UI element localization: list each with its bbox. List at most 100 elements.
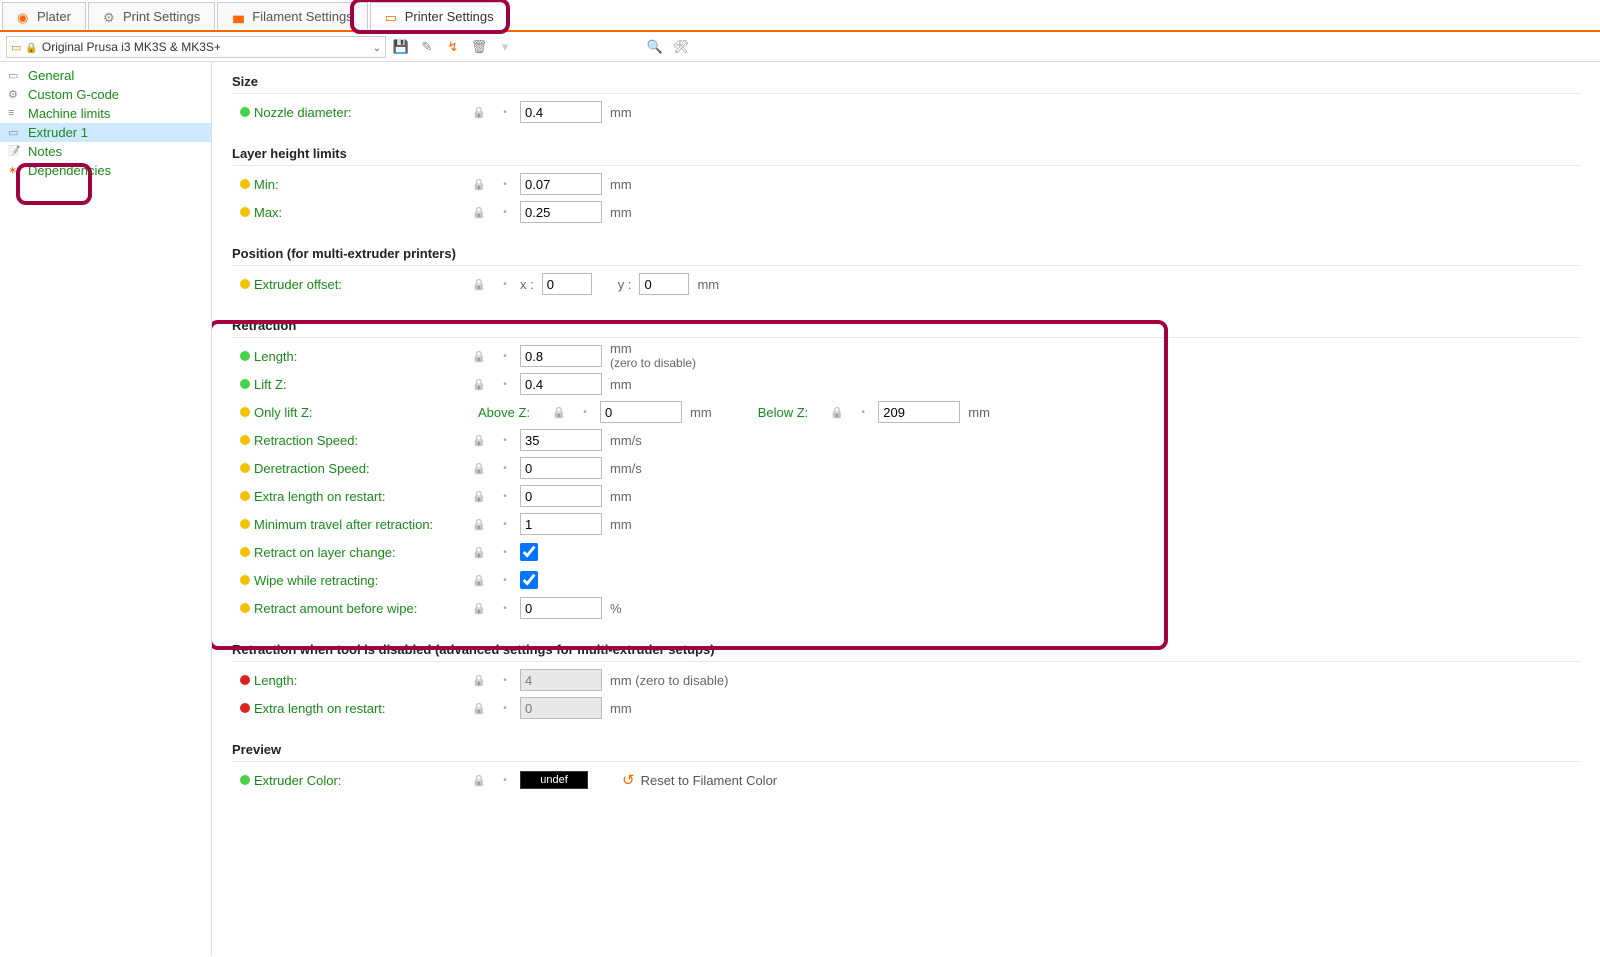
tab-filament-settings[interactable]: Filament Settings	[217, 2, 367, 30]
status-bullet-yellow	[240, 463, 250, 473]
lock-icon[interactable]	[468, 461, 490, 475]
lock-icon[interactable]	[468, 673, 490, 687]
reset-dot-icon[interactable]	[498, 379, 512, 390]
x-label: x :	[520, 277, 534, 292]
layer-max-input[interactable]	[520, 201, 602, 223]
row-layer-max: Max: mm	[232, 198, 1580, 226]
compare-icon[interactable]: ↯	[444, 38, 462, 56]
gcode-icon	[8, 88, 22, 102]
unit-pct: %	[610, 601, 622, 616]
lock-icon[interactable]	[468, 205, 490, 219]
unit-mm: mm	[610, 177, 632, 192]
offset-x-input[interactable]	[542, 273, 592, 295]
sidebar-item-custom-gcode[interactable]: Custom G-code	[0, 85, 211, 104]
lock-icon[interactable]	[468, 277, 490, 291]
settings-wrench-icon[interactable]: 🛠	[672, 38, 690, 56]
reset-dot-icon[interactable]	[498, 179, 512, 190]
reset-dot-icon[interactable]	[498, 463, 512, 474]
retraction-speed-input[interactable]	[520, 429, 602, 451]
status-bullet-green	[240, 107, 250, 117]
retract-before-wipe-input[interactable]	[520, 597, 602, 619]
status-bullet-yellow	[240, 179, 250, 189]
below-z-input[interactable]	[878, 401, 960, 423]
retract-before-wipe-label: Retract amount before wipe:	[240, 601, 460, 616]
sidebar-item-notes[interactable]: Notes	[0, 142, 211, 161]
sidebar-notes-label: Notes	[28, 144, 62, 159]
retract-layer-change-checkbox[interactable]	[520, 543, 538, 561]
sidebar-item-general[interactable]: General	[0, 66, 211, 85]
reset-dot-icon[interactable]	[498, 207, 512, 218]
row-retraction-length: Length: mm (zero to disable)	[232, 342, 1580, 370]
offset-y-input[interactable]	[639, 273, 689, 295]
lock-icon[interactable]	[468, 433, 490, 447]
reset-dot-icon[interactable]	[498, 491, 512, 502]
reset-dot-icon[interactable]	[498, 351, 512, 362]
above-z-input[interactable]	[600, 401, 682, 423]
lift-z-input[interactable]	[520, 373, 602, 395]
layer-min-input[interactable]	[520, 173, 602, 195]
search-icon[interactable]: 🔍	[646, 38, 664, 56]
deretraction-speed-input[interactable]	[520, 457, 602, 479]
unit-mm: mm	[610, 105, 632, 120]
lock-icon[interactable]	[468, 349, 490, 363]
lock-icon[interactable]	[468, 377, 490, 391]
settings-sidebar: General Custom G-code Machine limits Ext…	[0, 62, 212, 955]
reset-dot-icon[interactable]	[498, 775, 512, 786]
row-disabled-length: Length: mm (zero to disable)	[232, 666, 1580, 694]
extruder-icon	[8, 126, 22, 140]
tab-print-label: Print Settings	[123, 9, 200, 24]
lock-icon[interactable]	[468, 773, 490, 787]
tab-plater[interactable]: Plater	[2, 2, 86, 30]
status-bullet-yellow	[240, 547, 250, 557]
reset-filament-color-button[interactable]: Reset to Filament Color	[614, 769, 785, 791]
tab-print-settings[interactable]: Print Settings	[88, 2, 215, 30]
sidebar-item-dependencies[interactable]: Dependencies	[0, 161, 211, 180]
preset-select[interactable]: Original Prusa i3 MK3S & MK3S+	[6, 36, 386, 58]
lock-icon[interactable]	[468, 701, 490, 715]
extra-restart-label: Extra length on restart:	[240, 489, 460, 504]
extruder-offset-label: Extruder offset:	[240, 277, 460, 292]
status-bullet-red	[240, 675, 250, 685]
reset-dot-icon[interactable]	[498, 519, 512, 530]
reset-dot-icon[interactable]	[498, 603, 512, 614]
lock-icon[interactable]	[468, 489, 490, 503]
status-bullet-yellow	[240, 279, 250, 289]
reset-dot-icon[interactable]	[578, 407, 592, 418]
reset-dot-icon[interactable]	[498, 547, 512, 558]
retraction-length-input[interactable]	[520, 345, 602, 367]
lock-icon[interactable]	[468, 573, 490, 587]
reset-dot-icon[interactable]	[498, 703, 512, 714]
delete-preset-icon[interactable]: 🗑	[470, 38, 488, 56]
reset-dot-icon[interactable]	[856, 407, 870, 418]
search-toolbar: 🔍 🛠	[646, 38, 690, 56]
nozzle-diameter-input[interactable]	[520, 101, 602, 123]
wipe-retracting-checkbox[interactable]	[520, 571, 538, 589]
reset-dot-icon[interactable]	[498, 575, 512, 586]
sidebar-item-machine-limits[interactable]: Machine limits	[0, 104, 211, 123]
lock-icon[interactable]	[468, 517, 490, 531]
extruder-color-button[interactable]: undef	[520, 771, 588, 789]
rename-preset-icon[interactable]: ✎	[418, 38, 436, 56]
status-bullet-green	[240, 775, 250, 785]
extra-restart-input[interactable]	[520, 485, 602, 507]
lock-icon[interactable]	[548, 405, 570, 419]
unit-mm: mm	[610, 342, 696, 356]
lock-icon[interactable]	[826, 405, 848, 419]
reset-dot-icon[interactable]	[498, 675, 512, 686]
sidebar-item-extruder1[interactable]: Extruder 1	[0, 123, 211, 142]
lock-icon[interactable]	[468, 545, 490, 559]
min-travel-input[interactable]	[520, 513, 602, 535]
lock-icon[interactable]	[468, 177, 490, 191]
reset-dot-icon[interactable]	[498, 107, 512, 118]
unit-mms: mm/s	[610, 461, 642, 476]
reset-dot-icon[interactable]	[498, 435, 512, 446]
reset-dot-icon[interactable]	[498, 279, 512, 290]
unit-mm: mm	[690, 405, 712, 420]
disabled-length-input	[520, 669, 602, 691]
save-preset-icon[interactable]: 💾	[392, 38, 410, 56]
lock-icon[interactable]	[468, 105, 490, 119]
chevron-down-icon	[373, 39, 381, 54]
lock-icon[interactable]	[468, 601, 490, 615]
separator: ▾	[496, 38, 514, 56]
tab-printer-settings[interactable]: Printer Settings	[370, 2, 509, 30]
